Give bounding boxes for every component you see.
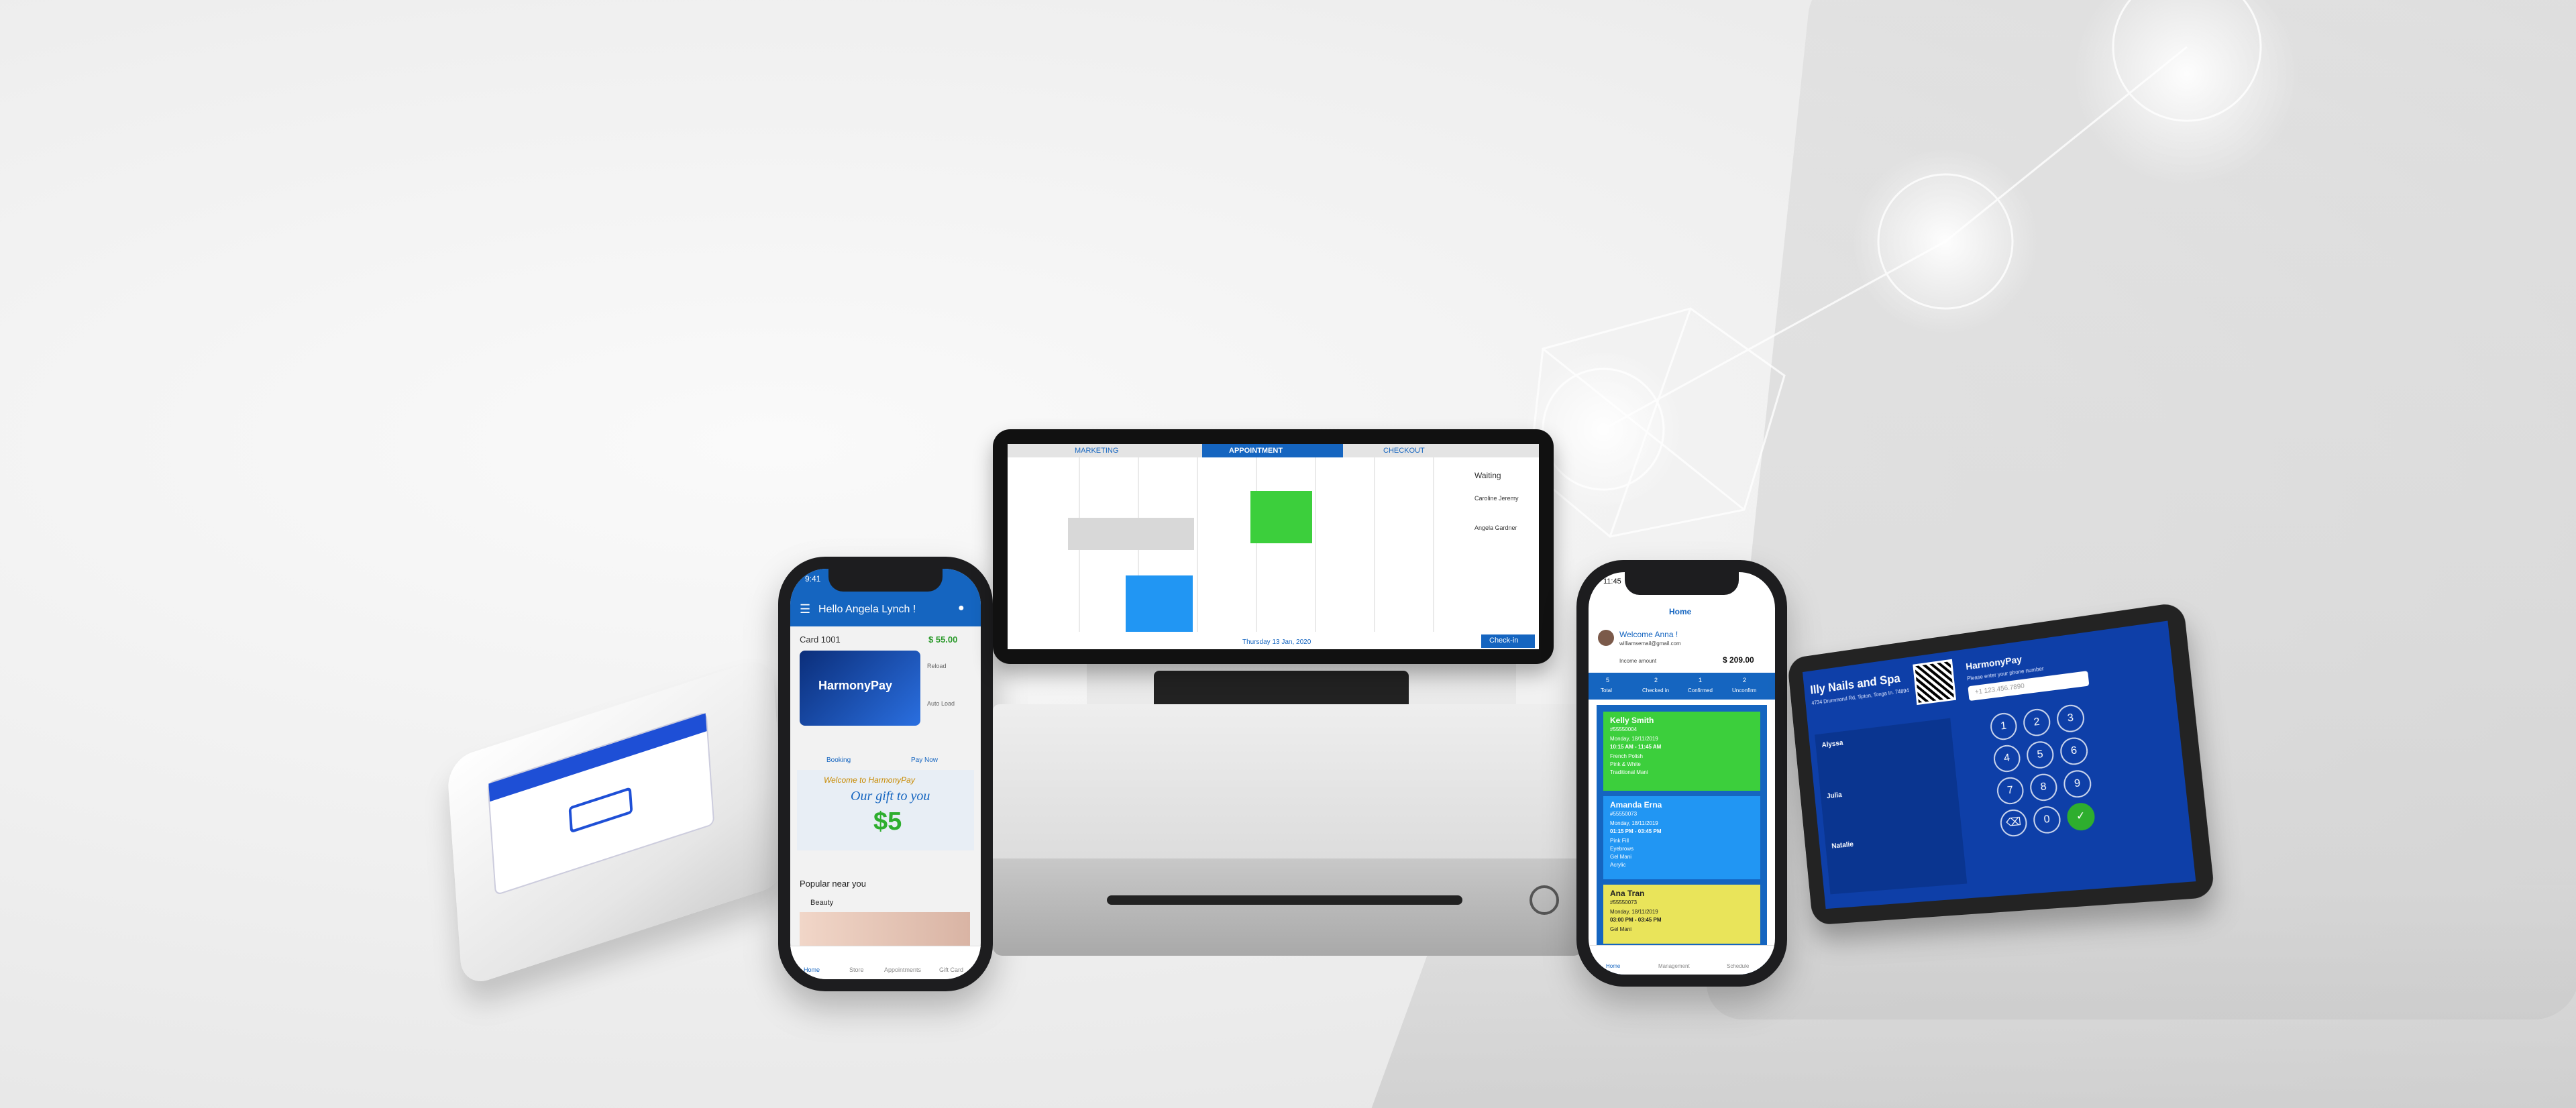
bottom-nav: Home Store Appointments Gift Card [790,946,981,979]
auto-load-button[interactable]: Auto Load [927,700,955,707]
backspace-icon[interactable]: ⌫ [1998,808,2029,838]
greeting: Hello Angela Lynch ! [818,604,916,615]
staff-phone: 11:45 Home Welcome Anna ! williamsemail@… [1576,560,1787,987]
avatar[interactable] [1598,630,1614,646]
keypad-key[interactable]: 4 [1992,743,2022,774]
waiting-title: Waiting [1474,471,1501,480]
drawer-lock-icon [1529,885,1559,915]
keypad-key[interactable]: 1 [1989,711,2019,742]
network-lines [1528,0,2262,538]
stats-bar: 5 Total 2 Checked in 1 Confirmed 2 Uncon… [1589,673,1775,700]
income-label: Income amount [1619,658,1657,664]
bottom-nav: Home Management Schedule [1589,945,1775,975]
nav-management[interactable]: Management [1658,963,1690,969]
tab-checkout[interactable]: CHECKOUT [1383,447,1425,455]
nav-gift-card[interactable]: Gift Card [939,966,963,973]
qr-code [1913,659,1957,706]
keypad-key[interactable]: 2 [2022,707,2052,738]
staff-item[interactable]: Alyssa [1821,739,1843,749]
card-number: Card 1001 [800,634,841,645]
promo-title: Welcome to HarmonyPay [824,775,915,785]
customer-app-screen: 9:41 ☰ Hello Angela Lynch ! ● Card 1001 … [790,569,981,979]
nav-store[interactable]: Store [849,966,864,973]
card-balance: $ 55.00 [928,634,958,645]
nav-home[interactable]: Home [1606,963,1620,969]
gift-card-brand: HarmonyPay [818,679,893,692]
gift-card[interactable]: HarmonyPay [800,651,920,726]
tab-appointment[interactable]: APPOINTMENT [1229,447,1283,455]
appointment-card[interactable]: Ana Tran #55550073 Monday, 18/11/2019 03… [1603,885,1760,944]
check-in-button[interactable]: Check-in [1481,634,1535,648]
stat-checked-in[interactable]: Checked in [1642,687,1669,694]
nav-schedule[interactable]: Schedule [1727,963,1749,969]
staff-app-screen: 11:45 Home Welcome Anna ! williamsemail@… [1589,572,1775,975]
staff-item[interactable]: Julia [1827,791,1843,800]
keypad-key[interactable]: 8 [2029,772,2059,803]
card-terminal [446,655,788,989]
appointment-block[interactable] [1126,575,1193,632]
pos-terminal: MARKETING APPOINTMENT CHECKOUT Waiting C… [993,429,1554,664]
email-text: williamsemail@gmail.com [1619,641,1681,647]
customer-phone: 9:41 ☰ Hello Angela Lynch ! ● Card 1001 … [778,557,993,991]
calendar-date[interactable]: Thursday 13 Jan, 2020 [1242,639,1311,646]
appointment-card[interactable]: Amanda Erna #55550073 Monday, 18/11/2019… [1603,796,1760,879]
booking-button[interactable]: Booking [826,757,851,764]
menu-icon[interactable]: ☰ [800,602,810,616]
pay-now-button[interactable]: Pay Now [911,757,938,764]
card-icon [568,787,633,834]
waiting-item[interactable]: Caroline Jeremy [1474,495,1519,502]
keypad-key[interactable]: 0 [2032,805,2062,835]
keypad-key[interactable]: 7 [1995,775,2025,806]
section-title: Popular near you [800,879,867,889]
keypad-key[interactable]: 9 [2062,769,2093,799]
salon-thumbnail[interactable] [800,912,970,946]
notification-icon[interactable]: ● [958,602,965,614]
appointment-card[interactable]: Kelly Smith #55550004 Monday, 18/11/2019… [1603,712,1760,791]
checkin-tablet: Illy Nails and Spa 4734 Drummond Rd, Tip… [1786,601,2216,926]
confirm-check-icon[interactable]: ✓ [2065,801,2096,832]
stat-confirmed[interactable]: Confirmed [1688,687,1713,694]
welcome-text: Welcome Anna ! [1619,630,1678,639]
checkin-screen: Illy Nails and Spa 4734 Drummond Rd, Tip… [1803,620,2196,909]
status-time: 9:41 [805,574,821,584]
keypad-key[interactable]: 6 [2059,736,2090,767]
tab-marketing[interactable]: MARKETING [1075,447,1118,455]
promo-amount: $5 [873,808,902,836]
reload-button[interactable]: Reload [927,663,947,669]
status-time: 11:45 [1603,577,1621,586]
cash-drawer [993,858,1583,956]
nav-home[interactable]: Home [804,966,820,973]
promo-subtitle: Our gift to you [851,789,930,804]
income-value: $ 209.00 [1723,655,1754,665]
appointment-block[interactable] [1250,491,1312,543]
waiting-item[interactable]: Angela Gardner [1474,524,1517,531]
terminal-screen [487,711,715,896]
keypad-key[interactable]: 5 [2025,740,2055,770]
pos-tabs: MARKETING APPOINTMENT CHECKOUT [1008,444,1539,457]
page-title: Home [1669,607,1692,616]
nav-appointments[interactable]: Appointments [884,966,921,973]
promo-banner[interactable]: Welcome to HarmonyPay Our gift to you $5 [797,770,974,850]
stat-unconfirm[interactable]: Unconfirm [1732,687,1756,694]
stat-total[interactable]: Total [1601,687,1612,694]
staff-list: Alyssa Julia Natalie [1815,718,1968,895]
staff-item[interactable]: Natalie [1831,840,1854,850]
category-beauty[interactable]: Beauty [810,899,833,907]
keypad-key[interactable]: 3 [2055,703,2086,734]
product-scene: 9:41 ☰ Hello Angela Lynch ! ● Card 1001 … [0,0,2576,1108]
appointment-calendar-screen: MARKETING APPOINTMENT CHECKOUT Waiting C… [1008,444,1539,649]
